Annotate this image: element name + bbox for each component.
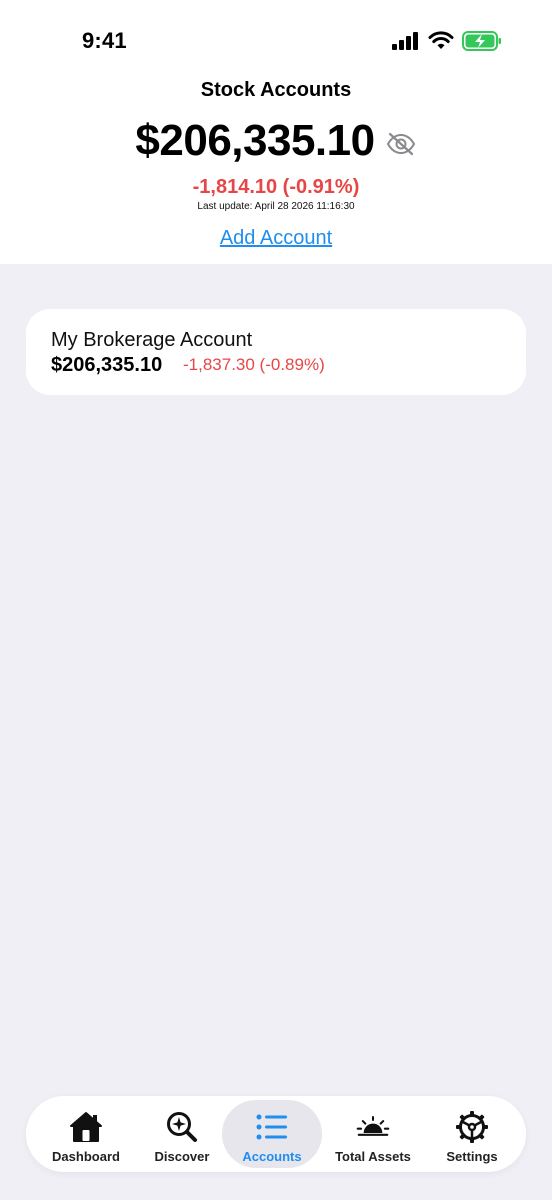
tab-accounts[interactable]: Accounts xyxy=(222,1100,322,1168)
total-row: $206,335.10 xyxy=(0,116,552,166)
total-value: $206,335.10 xyxy=(135,116,375,165)
add-account-container: Add Account xyxy=(0,227,552,250)
gear-icon xyxy=(455,1110,489,1144)
screen: 9:41 Stock Accounts $206,335.10 -1,814.1… xyxy=(0,0,552,1200)
account-change: -1,837.30 (-0.89%) xyxy=(183,355,325,374)
cellular-signal-icon xyxy=(392,32,418,50)
wifi-icon xyxy=(428,31,454,49)
tab-label: Accounts xyxy=(242,1149,302,1164)
tab-label: Discover xyxy=(154,1149,210,1164)
magnifier-sparkle-icon xyxy=(165,1110,199,1144)
status-bar: 9:41 xyxy=(0,0,552,80)
battery-charging-icon xyxy=(462,31,501,51)
house-icon xyxy=(69,1110,103,1144)
account-name: My Brokerage Account xyxy=(51,329,253,351)
tab-dashboard[interactable]: Dashboard xyxy=(36,1100,136,1168)
list-icon xyxy=(255,1110,289,1144)
status-time: 9:41 xyxy=(82,28,127,53)
tab-label: Dashboard xyxy=(52,1149,120,1164)
tab-total-assets[interactable]: Total Assets xyxy=(323,1100,423,1168)
account-value: $206,335.10 xyxy=(51,354,163,376)
add-account-link[interactable]: Add Account xyxy=(220,227,332,249)
tab-settings[interactable]: Settings xyxy=(422,1100,522,1168)
page-title: Stock Accounts xyxy=(200,79,352,101)
total-change: -1,814.10 (-0.91%) xyxy=(192,176,360,198)
last-update: Last update: April 28 2026 11:16:30 xyxy=(197,201,355,212)
account-card[interactable]: My Brokerage Account $206,335.10 -1,837.… xyxy=(26,309,526,395)
status-icons xyxy=(392,30,502,52)
eye-slash-icon[interactable] xyxy=(385,131,417,157)
tab-label: Total Assets xyxy=(335,1149,411,1164)
sunrise-icon xyxy=(356,1110,390,1144)
tab-label: Settings xyxy=(446,1149,498,1164)
tab-discover[interactable]: Discover xyxy=(132,1100,232,1168)
tab-bar: Dashboard Discover Accounts Total Assets… xyxy=(26,1096,526,1172)
header: 9:41 Stock Accounts $206,335.10 -1,814.1… xyxy=(0,0,552,264)
